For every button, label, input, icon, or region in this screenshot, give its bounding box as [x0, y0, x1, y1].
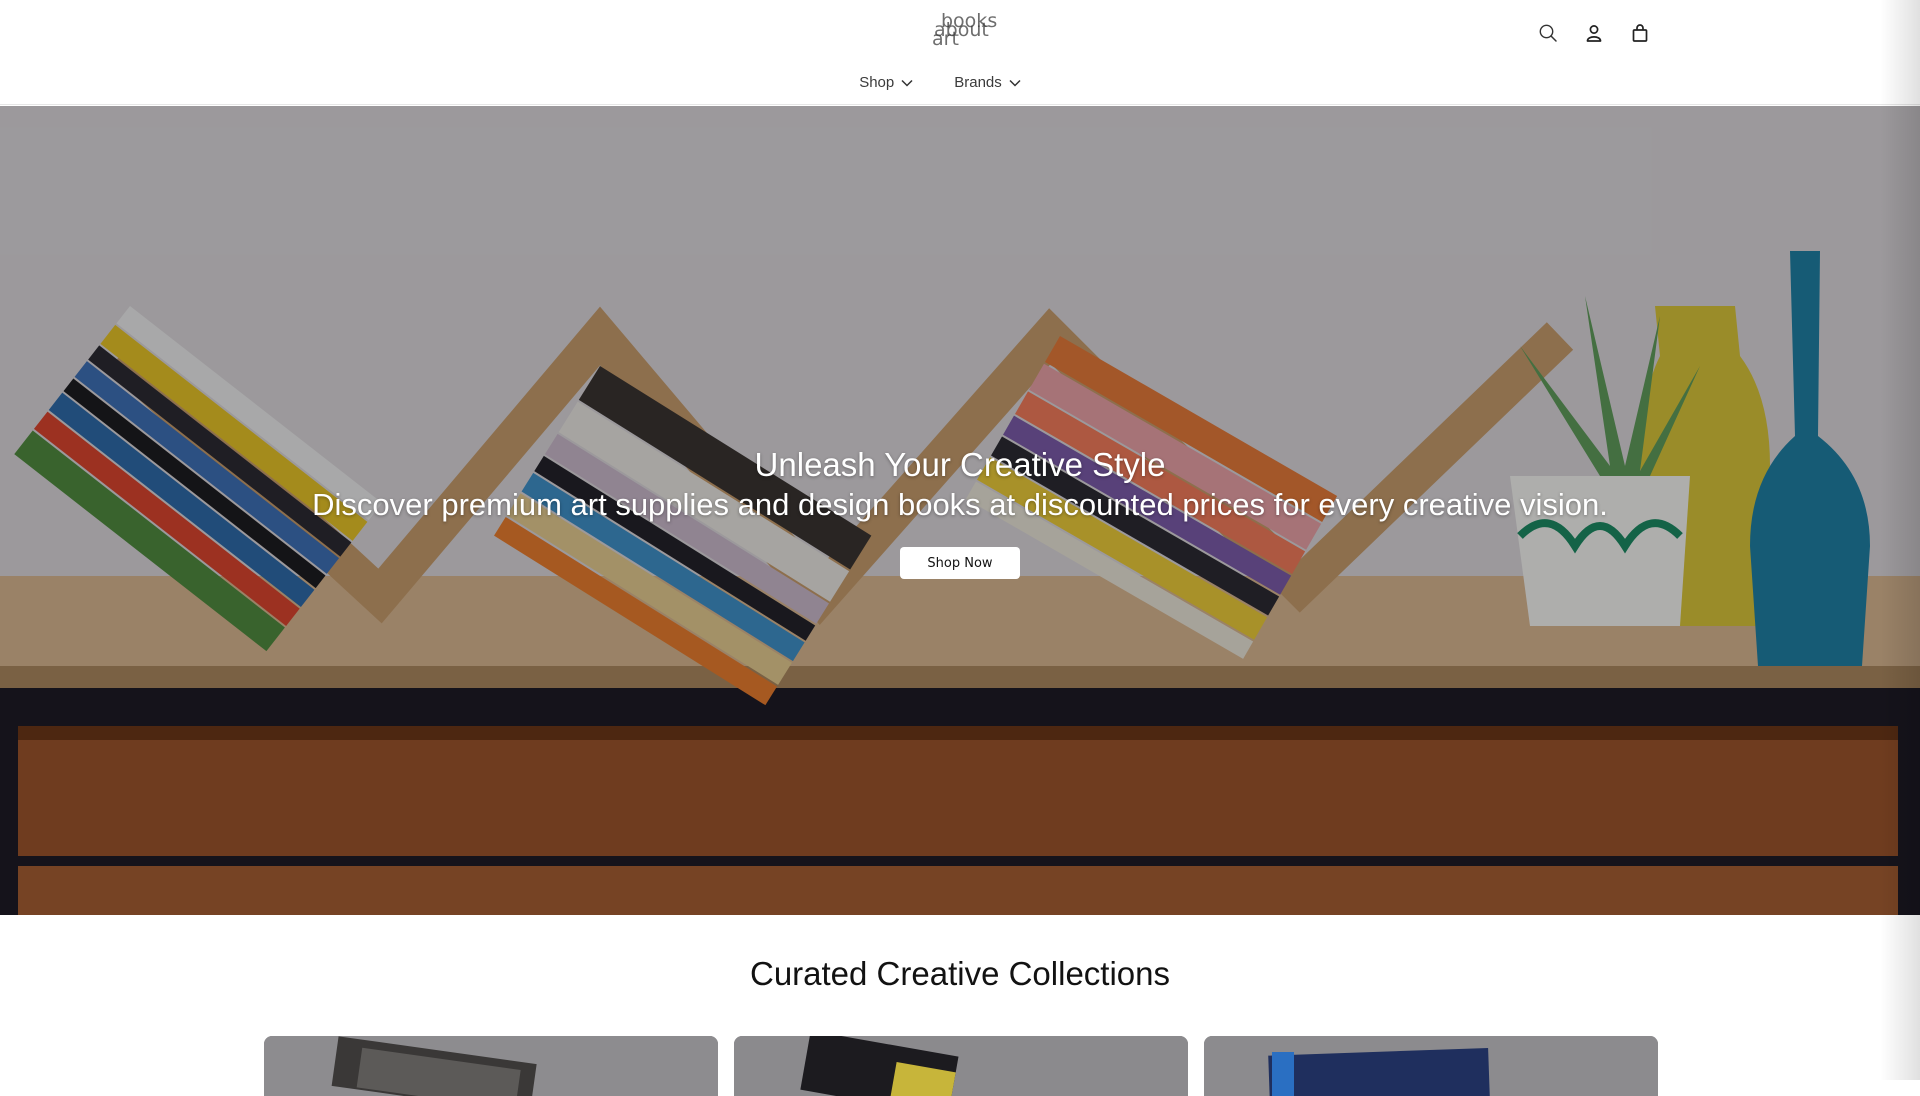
- collection-image: [264, 1036, 718, 1096]
- logo-line-art: art: [932, 28, 959, 50]
- site-header: books about art Shop Brands: [0, 0, 1920, 105]
- site-logo[interactable]: books about art: [930, 12, 1000, 52]
- account-icon[interactable]: [1581, 20, 1607, 46]
- cart-icon[interactable]: [1627, 20, 1653, 46]
- shop-now-button[interactable]: Shop Now: [900, 547, 1020, 579]
- main-nav: Shop Brands: [0, 72, 1920, 93]
- collection-card[interactable]: [1204, 1036, 1658, 1096]
- collection-image: [734, 1036, 1188, 1096]
- collections-grid: [264, 1036, 1658, 1096]
- collections-title: Curated Creative Collections: [749, 955, 1171, 992]
- nav-item-label: Brands: [954, 74, 1002, 91]
- nav-item-label: Shop: [859, 74, 895, 91]
- hero-title: Unleash Your Creative Style: [754, 446, 1166, 483]
- nav-item-brands[interactable]: Brands: [952, 72, 1023, 93]
- search-icon[interactable]: [1535, 20, 1561, 46]
- hero-subtitle: Discover premium art supplies and design…: [312, 487, 1608, 522]
- chevron-down-icon: [901, 79, 913, 87]
- collection-card[interactable]: [734, 1036, 1188, 1096]
- hero-banner: Unleash Your Creative Style Discover pre…: [0, 106, 1920, 915]
- collection-image: [1204, 1036, 1658, 1096]
- collection-card[interactable]: [264, 1036, 718, 1096]
- nav-item-shop[interactable]: Shop: [857, 72, 915, 93]
- header-icons: [1535, 20, 1653, 46]
- chevron-down-icon: [1009, 79, 1021, 87]
